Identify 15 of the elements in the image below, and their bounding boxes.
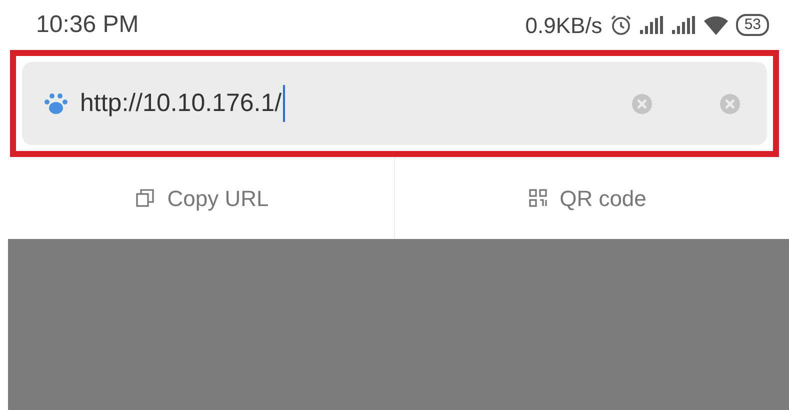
status-time: 10:36 PM: [36, 10, 139, 40]
url-text: http://10.10.176.1/: [80, 84, 285, 122]
wifi-icon: [704, 15, 728, 35]
copy-icon: [135, 188, 156, 208]
address-field[interactable]: http://10.10.176.1/: [22, 62, 767, 145]
action-button[interactable]: Copy URL: [10, 157, 394, 239]
battery-indicator: 53: [736, 14, 769, 36]
paw-icon: [44, 92, 68, 114]
clear-icon[interactable]: [631, 92, 653, 114]
qr-code-icon: [528, 188, 548, 208]
signal-icon: [640, 16, 664, 34]
clear-icon[interactable]: [719, 92, 741, 114]
signal-icon: [672, 16, 696, 34]
alarm-icon: [610, 14, 632, 36]
network-speed: 0.9KB/s: [525, 12, 602, 40]
